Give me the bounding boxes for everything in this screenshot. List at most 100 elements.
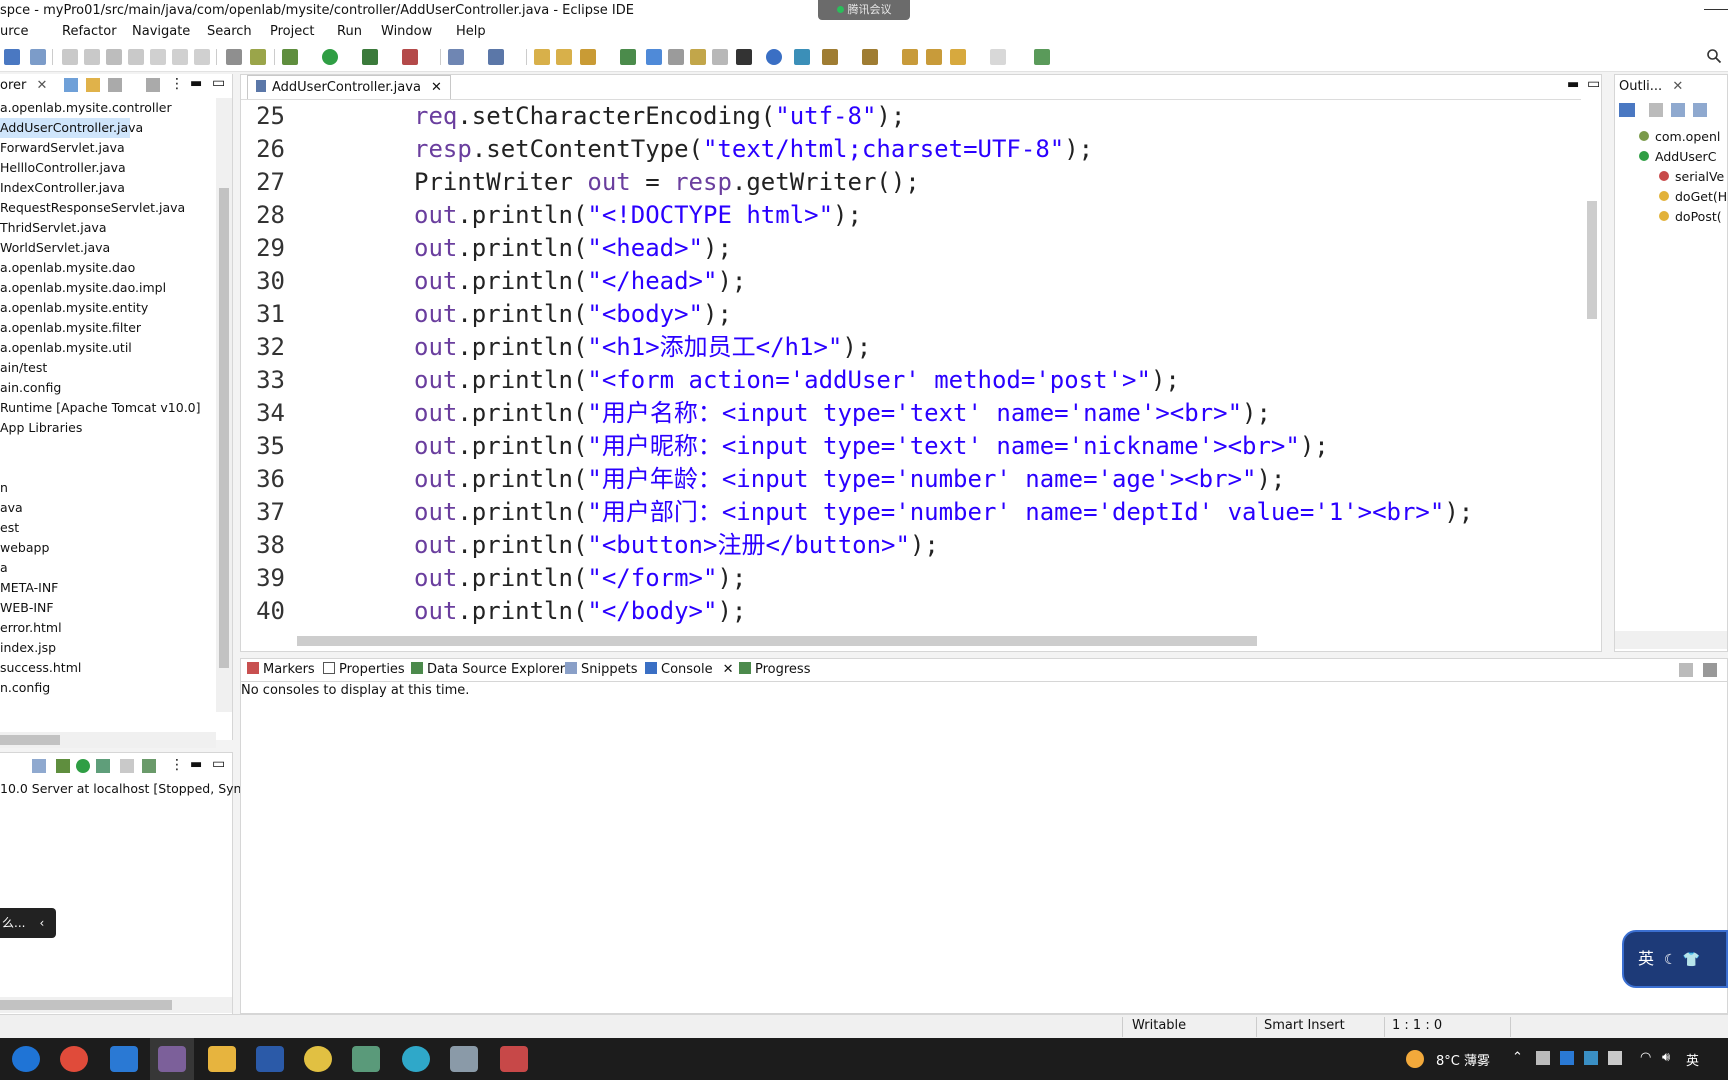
collapse-all-icon[interactable] [64, 78, 78, 92]
code-line[interactable]: 34 out.println("用户名称：<input type='text' n… [241, 397, 1581, 430]
code-line[interactable]: 28 out.println("<!DOCTYPE html>"); [241, 199, 1581, 232]
tree-item[interactable]: a.openlab.mysite.controller [0, 98, 172, 118]
word-wrap-icon[interactable] [250, 49, 266, 65]
code-line[interactable]: 30 out.println("</head>"); [241, 265, 1581, 298]
tab-properties[interactable]: Properties [323, 659, 405, 681]
explorer-hscroll-thumb[interactable] [0, 735, 60, 745]
wifi-icon[interactable]: ◠ [1640, 1050, 1651, 1065]
new-server-icon[interactable] [448, 49, 464, 65]
step-over-icon[interactable] [172, 49, 188, 65]
explorer-vertical-scrollbar[interactable] [216, 98, 232, 712]
tree-item[interactable]: ain.config [0, 378, 61, 398]
outline-item[interactable]: serialVe [1659, 167, 1724, 187]
tree-item[interactable]: n [0, 478, 8, 498]
menu-run[interactable]: Run [337, 24, 362, 39]
tab-console[interactable]: Console ✕ [645, 659, 734, 681]
outline-item[interactable]: AddUserC [1639, 147, 1716, 167]
editor-scrollbar-thumb[interactable] [1587, 201, 1597, 319]
menu-source[interactable]: urce [0, 24, 28, 39]
tree-item[interactable]: a.openlab.mysite.dao [0, 258, 135, 278]
mark-occurrences-icon[interactable] [646, 49, 662, 65]
menu-search[interactable]: Search [207, 24, 252, 39]
stop-server-icon[interactable] [120, 759, 134, 773]
filter-icon[interactable] [108, 78, 122, 92]
editor-hscroll-thumb[interactable] [297, 636, 1257, 646]
hide-static-icon[interactable] [1671, 103, 1685, 117]
word-icon[interactable] [256, 1046, 284, 1072]
code-line[interactable]: 37 out.println("用户部门：<input type='number'… [241, 496, 1581, 529]
tray-photos-icon[interactable] [1560, 1051, 1574, 1065]
code-line[interactable]: 29 out.println("<head>"); [241, 232, 1581, 265]
terminate-icon[interactable] [106, 49, 122, 65]
tray-meeting-icon[interactable] [1584, 1051, 1598, 1065]
code-line[interactable]: 38 out.println("<button>注册</button>"); [241, 529, 1581, 562]
skip-breakpoints-icon[interactable] [30, 49, 46, 65]
tree-item[interactable]: a.openlab.mysite.filter [0, 318, 141, 338]
status-insert-mode[interactable]: Smart Insert [1264, 1018, 1345, 1033]
next-annotation-icon[interactable] [822, 49, 838, 65]
link-editor-icon[interactable] [86, 78, 100, 92]
menu-help[interactable]: Help [456, 24, 486, 39]
tree-item[interactable]: a.openlab.mysite.entity [0, 298, 148, 318]
edge-browser-icon[interactable] [12, 1046, 40, 1072]
menu-project[interactable]: Project [270, 24, 314, 39]
run-icon[interactable] [322, 49, 338, 65]
maximize-view-icon[interactable]: ▭ [212, 75, 225, 91]
hide-fields-icon[interactable] [1649, 103, 1663, 117]
tree-item[interactable]: RequestResponseServlet.java [0, 198, 185, 218]
explorer-horizontal-scrollbar[interactable] [0, 732, 216, 748]
chrome-icon[interactable] [60, 1046, 88, 1072]
tree-item[interactable]: a.openlab.mysite.util [0, 338, 132, 358]
collapse-icon[interactable] [32, 759, 46, 773]
minimize-editor-icon[interactable]: ▬ [1567, 77, 1579, 92]
tab-data-source-explorer[interactable]: Data Source Explorer [411, 659, 565, 681]
close-icon[interactable]: ✕ [37, 78, 48, 93]
tree-item[interactable]: ava [0, 498, 23, 518]
search-tool-icon[interactable] [580, 49, 596, 65]
menu-refactor[interactable]: Refactor [62, 24, 117, 39]
hide-nonpublic-icon[interactable] [1693, 103, 1707, 117]
tree-item[interactable]: META-INF [0, 578, 58, 598]
tree-item[interactable]: success.html [0, 658, 81, 678]
photos-icon[interactable] [110, 1046, 138, 1072]
code-line[interactable]: 26 resp.setContentType("text/html;charset… [241, 133, 1581, 166]
code-line[interactable]: 25 req.setCharacterEncoding("utf-8"); [241, 100, 1581, 133]
external-tools-icon[interactable] [402, 49, 418, 65]
tree-item[interactable]: index.jsp [0, 638, 56, 658]
tree-item[interactable]: a.openlab.mysite.dao.impl [0, 278, 166, 298]
project-explorer-tab[interactable]: orer ✕ [0, 74, 48, 98]
open-type-icon[interactable] [534, 49, 550, 65]
show-whitespace-icon[interactable] [690, 49, 706, 65]
tree-item[interactable]: WorldServlet.java [0, 238, 110, 258]
annotation-icon[interactable] [620, 49, 636, 65]
publish-icon[interactable] [142, 759, 156, 773]
view-menu-icon[interactable]: ⋮ [170, 76, 184, 92]
new-java-class-icon[interactable] [488, 49, 504, 65]
feather-app-icon[interactable] [500, 1046, 528, 1072]
minimize-icon[interactable] [1704, 9, 1728, 10]
tree-item[interactable]: n.config [0, 678, 50, 698]
chevron-up-icon[interactable]: ⌃ [1512, 1050, 1523, 1065]
close-icon[interactable]: ✕ [1672, 79, 1683, 94]
editor-horizontal-scrollbar[interactable] [277, 631, 1581, 651]
explorer-scrollbar-thumb[interactable] [219, 188, 229, 668]
minimize-view-icon[interactable]: ▬ [190, 757, 202, 772]
suspend-icon[interactable] [84, 49, 100, 65]
save-icon[interactable] [4, 49, 20, 65]
code-line[interactable]: 40 out.println("</body>"); [241, 595, 1581, 628]
minimize-view-icon[interactable]: ▬ [190, 76, 202, 91]
focus-icon[interactable] [146, 78, 160, 92]
paint-icon[interactable] [352, 1046, 380, 1072]
tree-item[interactable]: a [0, 558, 8, 578]
view-menu-icon[interactable]: ⋮ [170, 757, 184, 773]
file-explorer-icon[interactable] [208, 1046, 236, 1072]
step-into-icon[interactable] [150, 49, 166, 65]
outline-horizontal-scrollbar[interactable] [1615, 631, 1727, 649]
outline-tab[interactable]: Outli... ✕ [1619, 75, 1683, 99]
open-perspective-icon[interactable] [1034, 49, 1050, 65]
debug-server-icon[interactable] [56, 759, 70, 773]
tab-markers[interactable]: Markers [247, 659, 315, 681]
open-folder-icon[interactable] [556, 49, 572, 65]
chevron-left-icon[interactable]: ‹ [39, 916, 44, 930]
arrow-left-icon[interactable] [950, 49, 966, 65]
